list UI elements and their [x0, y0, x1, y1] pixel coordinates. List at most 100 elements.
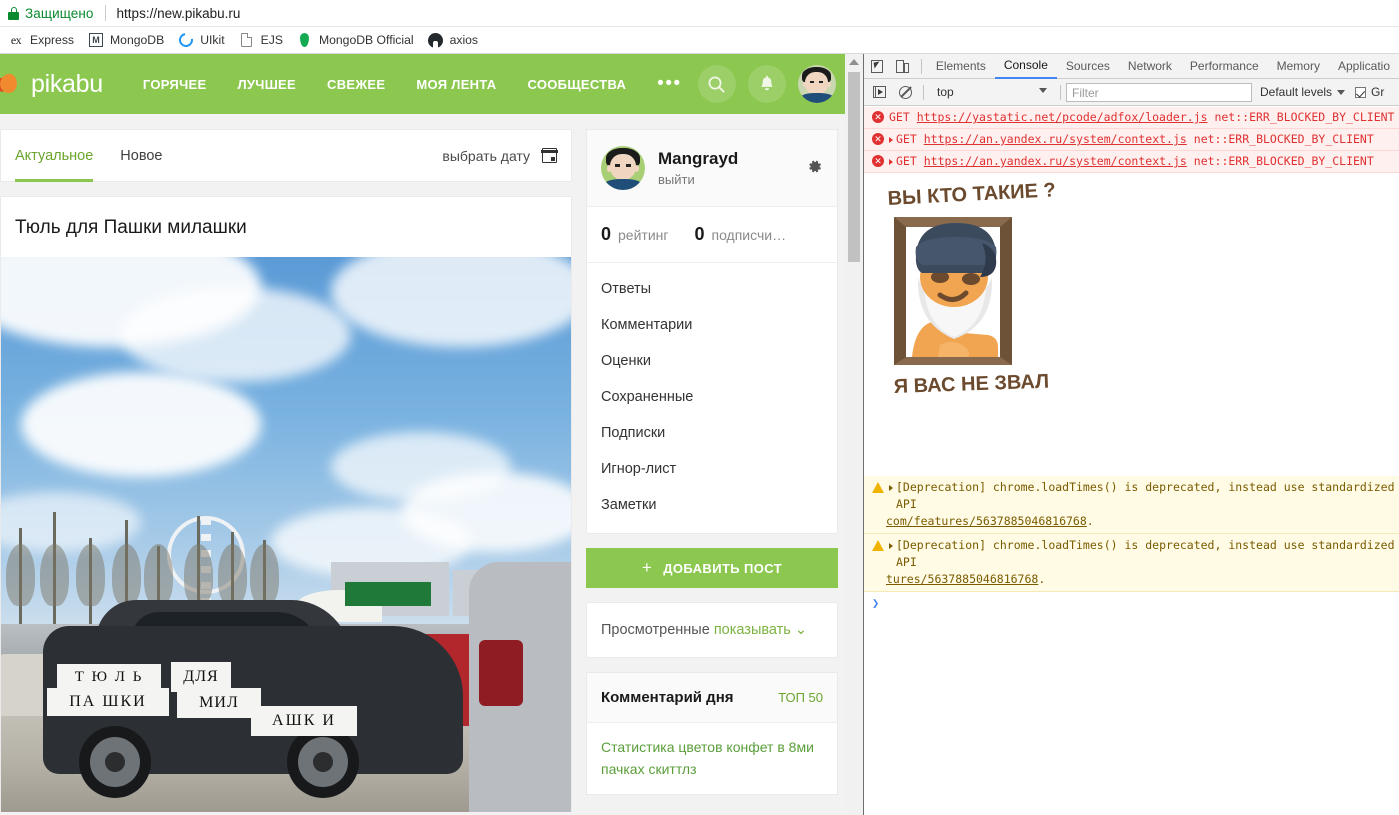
sidebar-item-zametki[interactable]: Заметки — [587, 487, 837, 523]
sidebar-item-podpiski[interactable]: Подписки — [587, 415, 837, 451]
device-toolbar-button[interactable] — [890, 54, 916, 79]
console-prompt[interactable]: ❯ — [864, 592, 1399, 610]
viewed-row[interactable]: Просмотренные показывать ⌄ — [587, 603, 837, 657]
screen: Защищено https://new.pikabu.ru ex Expres… — [0, 0, 1399, 815]
comment-of-day-title: Комментарий дня — [601, 689, 734, 706]
tab-aktualnoe[interactable]: Актуальное — [15, 129, 93, 182]
sidebar-item-otvety[interactable]: Ответы — [587, 271, 837, 307]
console-output[interactable]: ✕ GET https://yastatic.net/pcode/adfox/l… — [864, 107, 1399, 815]
chevron-down-icon — [1039, 88, 1047, 93]
nav-item-my-feed[interactable]: МОЯ ЛЕНТА — [416, 77, 496, 92]
context-selector[interactable]: top — [937, 85, 1055, 99]
tab-memory[interactable]: Memory — [1268, 54, 1329, 79]
chevron-down-icon — [1337, 90, 1345, 95]
tab-console[interactable]: Console — [995, 54, 1057, 79]
console-warning-row[interactable]: [Deprecation] chrome.loadTimes() is depr… — [864, 476, 1399, 534]
expand-arrow-icon[interactable] — [889, 485, 893, 491]
clear-console-button[interactable] — [892, 80, 918, 105]
devtools-tabbar: Elements Console Sources Network Perform… — [864, 54, 1399, 79]
paper-sign-4: МИЛ — [177, 688, 261, 718]
bookmark-label: EJS — [261, 33, 283, 47]
tab-novoe[interactable]: Новое — [120, 129, 162, 182]
photo-scene: Т Ю Л Ь ДЛЯ ПА ШКИ МИЛ АШК И — [1, 257, 571, 812]
viewed-action[interactable]: показывать — [714, 622, 791, 638]
header-avatar[interactable] — [798, 65, 836, 103]
post-image[interactable]: Т Ю Л Ь ДЛЯ ПА ШКИ МИЛ АШК И — [1, 257, 571, 812]
bookmark-ejs[interactable]: EJS — [233, 29, 289, 51]
console-error-row[interactable]: ✕ GET https://an.yandex.ru/system/contex… — [864, 129, 1399, 151]
devtools-panel: Elements Console Sources Network Perform… — [863, 54, 1399, 815]
stat-value: 0 — [694, 224, 704, 245]
sidebar-item-sohranennye[interactable]: Сохраненные — [587, 379, 837, 415]
notifications-button[interactable] — [748, 65, 786, 103]
profile-card: Mangrayd выйти 0 рейтинг 0 — [586, 129, 838, 534]
car-gray-right — [469, 562, 571, 812]
more-menu-icon[interactable]: ••• — [657, 81, 681, 87]
inspect-element-button[interactable] — [864, 54, 890, 79]
expand-arrow-icon[interactable] — [889, 543, 893, 549]
site-logo[interactable]: pikabu — [0, 70, 103, 99]
console-error-row[interactable]: ✕ GET https://yastatic.net/pcode/adfox/l… — [864, 107, 1399, 129]
nav-item-fresh[interactable]: СВЕЖЕЕ — [327, 77, 385, 92]
add-post-button[interactable]: + ДОБАВИТЬ ПОСТ — [586, 548, 838, 588]
page-viewport: pikabu ГОРЯЧЕЕ ЛУЧШЕЕ СВЕЖЕЕ МОЯ ЛЕНТА С… — [0, 54, 863, 815]
scroll-up-arrow-icon[interactable] — [849, 59, 859, 65]
bell-icon — [758, 75, 776, 94]
bookmark-axios[interactable]: axios — [422, 29, 484, 51]
expand-arrow-icon[interactable] — [889, 137, 893, 143]
group-similar-checkbox[interactable] — [1355, 87, 1366, 98]
sidebar-item-ocenki[interactable]: Оценки — [587, 343, 837, 379]
search-button[interactable] — [698, 65, 736, 103]
sidebar-item-kommentarii[interactable]: Комментарии — [587, 307, 837, 343]
console-error-method: GET — [896, 131, 917, 148]
comment-of-day-card: Комментарий дня ТОП 50 Статистика цветов… — [586, 672, 838, 795]
log-levels-dropdown[interactable]: Default levels — [1260, 85, 1345, 99]
top50-link[interactable]: ТОП 50 — [778, 690, 823, 705]
console-warning-row[interactable]: [Deprecation] chrome.loadTimes() is depr… — [864, 534, 1399, 592]
logo-text: pikabu — [31, 70, 103, 99]
logout-link[interactable]: выйти — [658, 172, 738, 187]
console-error-url[interactable]: https://an.yandex.ru/system/context.js — [924, 131, 1187, 148]
console-filter-input[interactable]: Filter — [1066, 83, 1252, 102]
tab-performance[interactable]: Performance — [1181, 54, 1268, 79]
date-picker[interactable]: выбрать дату — [442, 148, 557, 164]
nav-item-best[interactable]: ЛУЧШЕЕ — [237, 77, 296, 92]
page-scrollbar[interactable] — [845, 54, 863, 815]
paper-sign-5: АШК И — [251, 706, 357, 736]
url-text[interactable]: https://new.pikabu.ru — [117, 6, 241, 21]
bookmark-uikit[interactable]: UIkit — [172, 29, 230, 51]
bookmark-label: MongoDB Official — [319, 33, 414, 47]
expand-arrow-icon[interactable] — [889, 159, 893, 165]
bookmark-mongodb[interactable]: M MongoDB — [82, 29, 170, 51]
gear-icon[interactable] — [806, 158, 823, 179]
console-error-url[interactable]: https://an.yandex.ru/system/context.js — [924, 153, 1187, 170]
comment-of-day-text[interactable]: Статистика цветов конфет в 8ми пачках ск… — [587, 723, 837, 794]
bookmark-mongodb-official[interactable]: MongoDB Official — [291, 29, 420, 51]
console-error-url[interactable]: https://yastatic.net/pcode/adfox/loader.… — [917, 109, 1208, 126]
stat-label: подписчи… — [712, 227, 787, 243]
console-error-row[interactable]: ✕ GET https://an.yandex.ru/system/contex… — [864, 151, 1399, 173]
nav-item-communities[interactable]: СООБЩЕСТВА — [527, 77, 626, 92]
console-warning-url[interactable]: tures/5637885046816768 — [886, 572, 1038, 586]
tab-network[interactable]: Network — [1119, 54, 1181, 79]
pikabu-logo-icon — [0, 71, 22, 97]
nav-item-hot[interactable]: ГОРЯЧЕЕ — [143, 77, 207, 92]
username[interactable]: Mangrayd — [658, 149, 738, 169]
stat-value: 0 — [601, 224, 611, 245]
avatar[interactable] — [601, 146, 645, 190]
tab-application[interactable]: Applicatio — [1329, 54, 1399, 79]
post-title[interactable]: Тюль для Пашки милашки — [1, 197, 571, 257]
console-warning-url[interactable]: com/features/5637885046816768 — [886, 514, 1087, 528]
tab-sources[interactable]: Sources — [1057, 54, 1119, 79]
tab-elements[interactable]: Elements — [927, 54, 995, 79]
console-logged-image[interactable]: ВЫ КТО ТАКИЕ ? — [864, 173, 1399, 476]
stat-rating: 0 рейтинг — [601, 224, 668, 245]
warning-icon — [872, 540, 884, 551]
execution-context-icon — [873, 86, 886, 98]
bookmark-express[interactable]: ex Express — [2, 29, 80, 51]
scrollbar-thumb[interactable] — [848, 72, 860, 262]
viewed-card: Просмотренные показывать ⌄ — [586, 602, 838, 658]
sidebar-item-ignor-list[interactable]: Игнор-лист — [587, 451, 837, 487]
execution-context-button[interactable] — [866, 80, 892, 105]
browser-address-bar[interactable]: Защищено https://new.pikabu.ru — [0, 0, 1399, 27]
